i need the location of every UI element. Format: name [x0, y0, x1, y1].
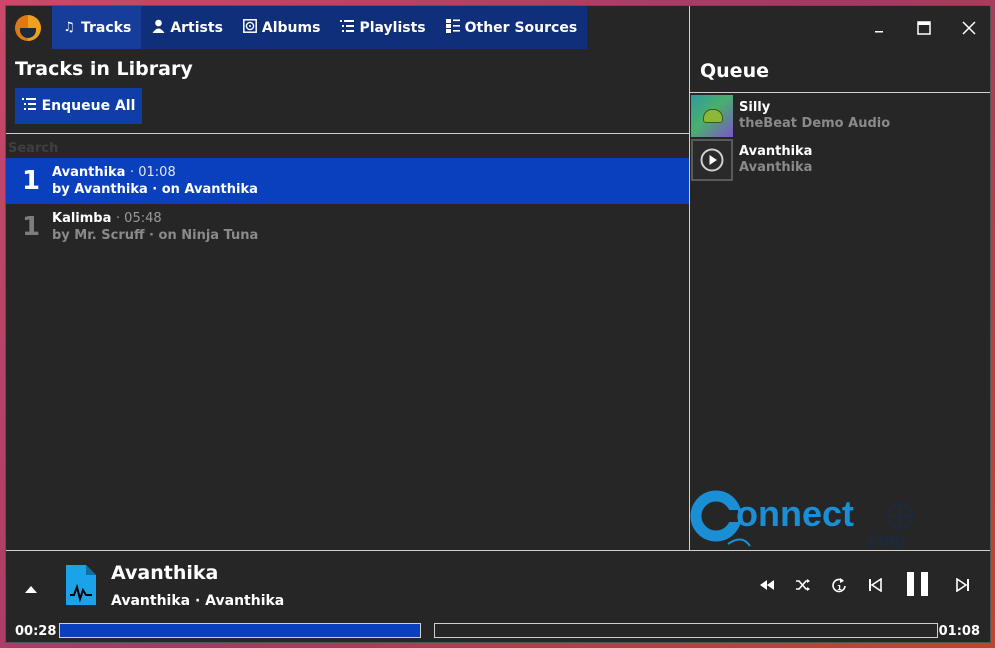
track-number: 1 — [22, 212, 41, 242]
play-icon — [691, 139, 733, 181]
tab-label: Playlists — [359, 19, 426, 36]
expand-player-button[interactable] — [24, 579, 38, 598]
tab-tracks[interactable]: ♫ Tracks — [52, 6, 142, 49]
tab-artists[interactable]: Artists — [141, 6, 233, 49]
close-button[interactable] — [957, 16, 981, 40]
track-number: 1 — [22, 166, 41, 196]
app-window: ♫ Tracks Artists Albums Playlists Other … — [5, 5, 991, 643]
playlist-icon — [340, 19, 355, 36]
library-pane: ♫ Tracks Artists Albums Playlists Other … — [6, 6, 690, 550]
divider — [6, 133, 689, 134]
now-playing-subtitle: Avanthika · Avanthika — [111, 593, 285, 609]
queue-item-title: Silly — [739, 100, 771, 115]
track-artist-album: by Avanthika · on Avanthika — [52, 182, 258, 197]
repeat-one-button[interactable]: 1 — [831, 577, 847, 597]
music-note-icon: ♫ — [63, 20, 75, 35]
album-art-thumbnail — [691, 95, 733, 137]
svg-text:1: 1 — [837, 584, 842, 592]
player-bar: Avanthika Avanthika · Avanthika 1 00:28 … — [6, 550, 990, 642]
queue-item-title: Avanthika — [739, 144, 813, 159]
queue-item[interactable]: Silly theBeat Demo Audio — [690, 94, 990, 138]
search-input[interactable] — [8, 139, 608, 157]
tab-label: Artists — [170, 19, 223, 36]
queue-item-subtitle: theBeat Demo Audio — [739, 116, 891, 131]
track-list: 1 Avanthika · 01:08 by Avanthika · on Av… — [6, 158, 689, 250]
queue-item-subtitle: Avanthika — [739, 160, 813, 175]
nav-tabs: ♫ Tracks Artists Albums Playlists Other … — [52, 6, 588, 49]
track-title-line: Kalimba · 05:48 — [52, 211, 162, 226]
queue-pane: Queue Silly theBeat Demo Audio Avanthika… — [690, 6, 990, 550]
enqueue-all-label: Enqueue All — [41, 98, 136, 114]
sources-icon — [445, 18, 460, 37]
track-title-line: Avanthika · 01:08 — [52, 165, 176, 180]
minimize-button[interactable] — [867, 16, 891, 40]
watermark-subtext: com — [868, 530, 905, 550]
track-artist-album: by Mr. Scruff · on Ninja Tuna — [52, 228, 259, 243]
tab-label: Albums — [261, 19, 321, 36]
track-title: Avanthika — [52, 165, 126, 180]
queue-item[interactable]: Avanthika Avanthika — [690, 138, 990, 182]
tab-albums[interactable]: Albums — [233, 6, 331, 49]
tab-label: Other Sources — [464, 19, 578, 36]
track-duration: · 01:08 — [129, 165, 176, 180]
previous-button[interactable] — [868, 577, 882, 596]
elapsed-time: 00:28 — [15, 624, 57, 639]
queue-list: Silly theBeat Demo Audio Avanthika Avant… — [690, 94, 990, 182]
enqueue-icon — [21, 98, 36, 114]
next-button[interactable] — [956, 577, 970, 596]
track-duration: · 05:48 — [115, 211, 162, 226]
page-title: Tracks in Library — [15, 58, 193, 80]
track-title: Kalimba — [52, 211, 112, 226]
maximize-button[interactable] — [912, 16, 936, 40]
progress-handle[interactable] — [419, 623, 435, 638]
watermark-text: onnect — [736, 493, 854, 534]
rewind-button[interactable] — [759, 577, 775, 596]
enqueue-all-button[interactable]: Enqueue All — [15, 88, 142, 124]
divider — [690, 92, 990, 93]
watermark-logo: onnect com — [690, 474, 930, 550]
track-row[interactable]: 1 Kalimba · 05:48 by Mr. Scruff · on Nin… — [6, 204, 689, 250]
total-time: 01:08 — [938, 624, 980, 639]
progress-bar[interactable] — [59, 623, 938, 638]
app-logo-icon — [15, 15, 41, 41]
progress-fill — [60, 624, 420, 637]
track-row[interactable]: 1 Avanthika · 01:08 by Avanthika · on Av… — [6, 158, 689, 204]
person-icon — [151, 19, 165, 37]
now-playing-title: Avanthika — [111, 562, 219, 584]
album-icon — [242, 18, 257, 37]
pause-button[interactable] — [905, 571, 931, 601]
tab-playlists[interactable]: Playlists — [330, 6, 435, 49]
queue-title: Queue — [700, 60, 769, 82]
shuffle-button[interactable] — [795, 577, 811, 596]
audio-file-icon — [66, 565, 96, 609]
tab-other-sources[interactable]: Other Sources — [436, 6, 588, 49]
tab-label: Tracks — [81, 19, 132, 36]
